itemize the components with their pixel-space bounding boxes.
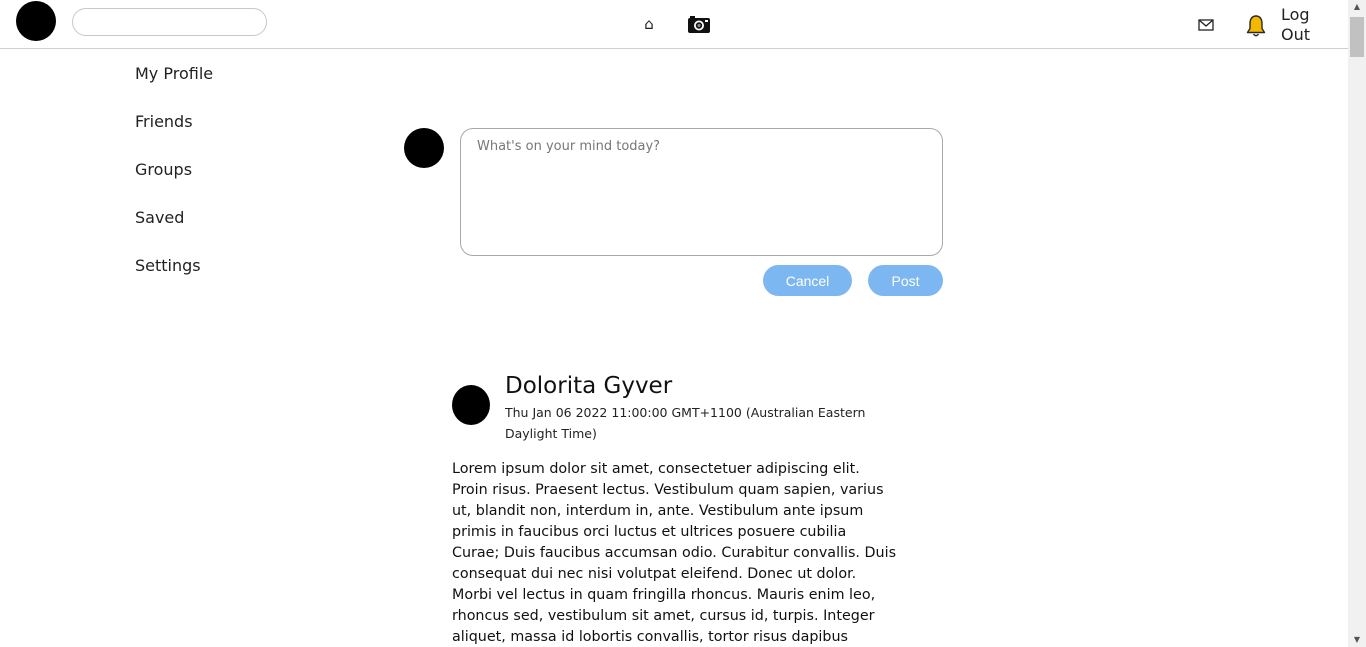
top-navbar: ⌂ Log Out [0,0,1348,49]
sidebar-item-settings[interactable]: Settings [135,254,335,302]
sidebar-item-my-profile[interactable]: My Profile [135,62,335,110]
vertical-scrollbar[interactable]: ▲ ▼ [1348,0,1366,647]
camera-icon[interactable] [687,15,711,35]
sidebar-item-friends[interactable]: Friends [135,110,335,158]
home-icon[interactable]: ⌂ [640,14,658,34]
sidebar: My Profile Friends Groups Saved Settings [135,62,335,302]
sidebar-item-groups[interactable]: Groups [135,158,335,206]
post-timestamp: Thu Jan 06 2022 11:00:00 GMT+1100 (Austr… [505,405,866,441]
scroll-up-arrow-icon[interactable]: ▲ [1348,0,1366,14]
post-button[interactable]: Post [868,265,943,296]
post-composer-input[interactable] [460,128,943,256]
mail-icon[interactable] [1197,17,1215,33]
user-avatar[interactable] [16,1,56,41]
bell-icon[interactable] [1245,14,1267,38]
search-input[interactable] [72,8,267,36]
scroll-down-arrow-icon[interactable]: ▼ [1348,633,1366,647]
sidebar-item-saved[interactable]: Saved [135,206,335,254]
composer-avatar [404,128,444,168]
post-author-avatar[interactable] [452,385,490,425]
post-body: Lorem ipsum dolor sit amet, consectetuer… [452,461,897,645]
page: ⌂ Log Out My Profile Friends Groups Save… [0,0,1348,647]
logout-button[interactable]: Log Out [1281,5,1321,45]
scrollbar-thumb[interactable] [1350,17,1364,57]
cancel-button[interactable]: Cancel [763,265,852,296]
post-author-name[interactable]: Dolorita Gyver [505,371,672,401]
